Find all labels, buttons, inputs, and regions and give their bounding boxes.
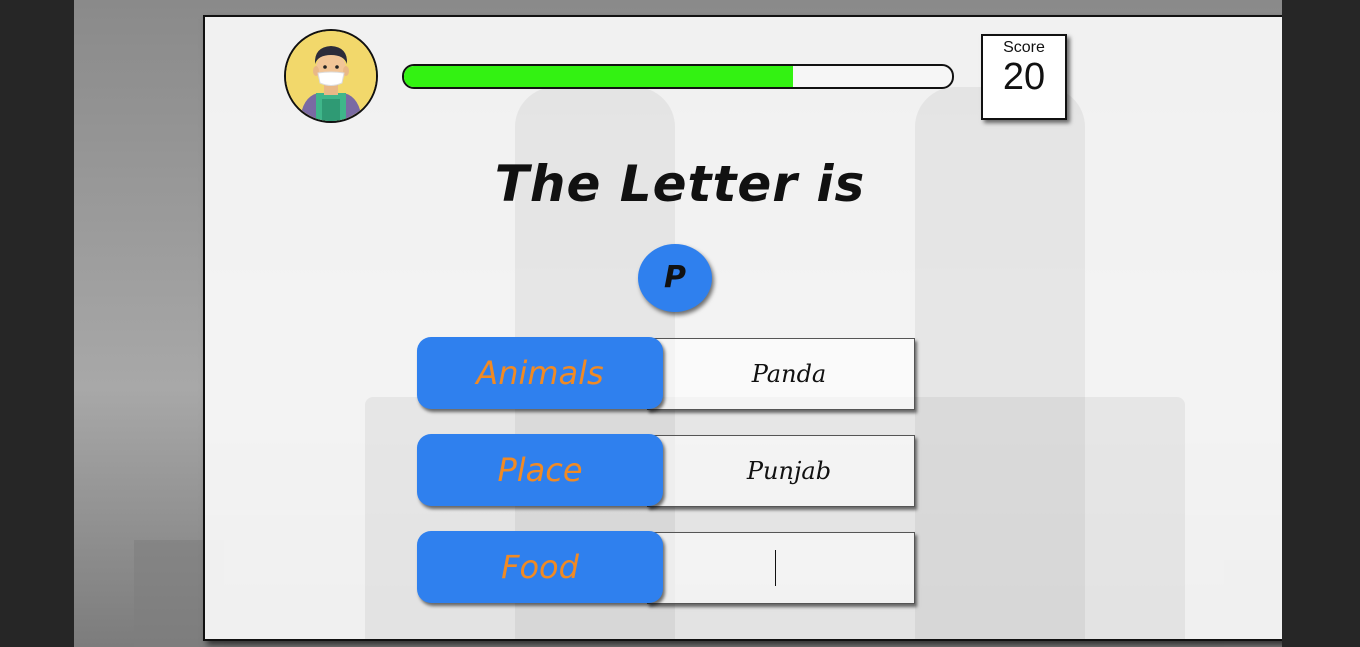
text-caret	[775, 550, 776, 586]
score-label: Score	[1003, 39, 1045, 56]
answer-value	[664, 533, 914, 603]
answer-input-place[interactable]: Punjab	[647, 435, 915, 507]
category-row-place: Place Punjab	[417, 434, 915, 507]
answer-input-food[interactable]	[647, 532, 915, 604]
avatar-illustration	[286, 31, 376, 121]
category-row-food: Food	[417, 531, 915, 604]
progress-bar	[402, 64, 954, 89]
progress-bar-fill	[404, 66, 794, 87]
category-row-animals: Animals Panda	[417, 337, 915, 410]
answer-value: Panda	[751, 360, 827, 388]
score-box: Score 20	[981, 34, 1067, 120]
category-label: Animals	[417, 337, 663, 409]
player-avatar-icon	[284, 29, 378, 123]
letter-heading: The Letter is	[494, 155, 866, 213]
answer-value: Punjab	[746, 457, 832, 485]
category-label: Food	[417, 531, 663, 603]
category-label: Place	[417, 434, 663, 506]
current-letter-badge: P	[638, 244, 712, 312]
answer-input-animals[interactable]: Panda	[647, 338, 915, 410]
score-value: 20	[1002, 56, 1046, 98]
